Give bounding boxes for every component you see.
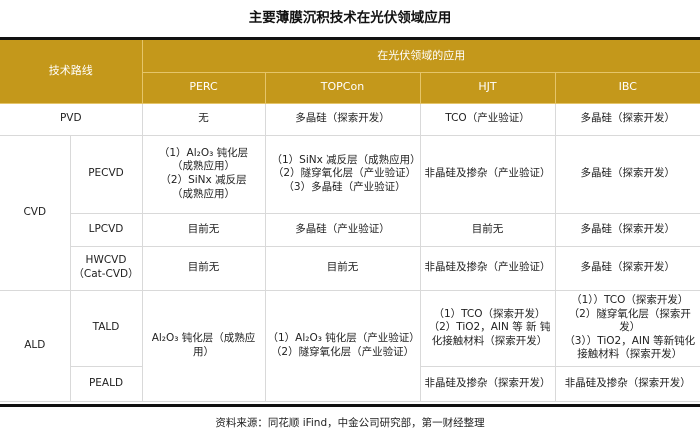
table-row-pvd: PVD 无 多晶硅（探索开发） TCO（产业验证） 多晶硅（探索开发） — [0, 103, 700, 136]
cell-line: （成熟应用） — [172, 187, 235, 200]
cell-pvd-perc: 无 — [142, 103, 266, 136]
cell-ald-perc: Al₂O₃ 钝化层（成熟应用） — [142, 290, 266, 402]
header-route: 技术路线 — [0, 40, 143, 104]
cell-line: 化接触材料（探索开发） — [431, 334, 548, 347]
row-label-pecvd: PECVD — [70, 135, 143, 214]
cell-lpcvd-ibc: 多晶硅（探索开发） — [555, 213, 700, 247]
cell-line: （Cat-CVD） — [73, 268, 139, 280]
header-col-perc: PERC — [142, 72, 266, 104]
cell-hwcvd-hjt: 非晶硅及掺杂（产业验证） — [420, 246, 556, 291]
row-label-ald: ALD — [0, 290, 71, 402]
cell-pecvd-ibc: 多晶硅（探索开发） — [555, 135, 700, 214]
cell-line: HWCVD — [85, 254, 127, 267]
cell-tald-ibc: （1））TCO（探索开发） （2）隧穿氧化层（探索开发） （3））TiO2，AI… — [555, 290, 700, 367]
cell-line: （2）TiO2，AIN 等 新 钝 — [428, 321, 551, 334]
table-row-pecvd: CVD PECVD （1）Al₂O₃ 钝化层 （成熟应用） （2）SiNx 减反… — [0, 135, 700, 291]
cell-hwcvd-ibc: 多晶硅（探索开发） — [555, 246, 700, 291]
source-note: 资料来源：同花顺 iFind，中金公司研究部，第一财经整理 — [215, 417, 485, 429]
row-label-hwcvd: HWCVD （Cat-CVD） — [70, 246, 143, 291]
table-row-lpcvd: LPCVD 目前无 多晶硅（产业验证） 目前无 多晶硅（探索开发） — [0, 213, 700, 247]
cell-tald-hjt: （1）TCO（探索开发） （2）TiO2，AIN 等 新 钝 化接触材料（探索开… — [420, 290, 556, 367]
cell-lpcvd-topcon: 多晶硅（产业验证） — [265, 213, 421, 247]
row-label-tald: TALD — [70, 290, 143, 367]
cell-line: 接触材料（探索开发） — [577, 348, 683, 361]
cell-line: （1）TCO（探索开发） — [433, 307, 546, 320]
cell-line: （1）Al₂O₃ 钝化层 — [158, 146, 249, 159]
cell-peald-ibc: 非晶硅及掺杂（探索开发） — [555, 366, 700, 402]
cell-line: （3））TiO2，AIN 等新钝化 — [564, 334, 696, 347]
table-row-tald: ALD TALD Al₂O₃ 钝化层（成熟应用） （1）Al₂O₃ 钝化层（产业… — [0, 290, 700, 402]
cell-hwcvd-perc: 目前无 — [142, 246, 266, 291]
header-application: 在光伏领域的应用 — [142, 40, 700, 73]
cell-peald-hjt: 非晶硅及掺杂（探索开发） — [420, 366, 556, 402]
row-label-cvd: CVD — [0, 135, 71, 291]
header-col-topcon: TOPCon — [265, 72, 421, 104]
cell-line: （1）Al₂O₃ 钝化层（产业验证） — [267, 331, 420, 344]
row-label-peald: PEALD — [70, 366, 143, 402]
cell-lpcvd-perc: 目前无 — [142, 213, 266, 247]
cell-pecvd-topcon: （1）SiNx 减反层（成熟应用） （2）隧穿氧化层（产业验证） （3）多晶硅（… — [265, 135, 421, 214]
row-label-pvd: PVD — [0, 103, 143, 136]
cell-line: （2）SiNx 减反层 — [160, 174, 247, 186]
cell-line: （3）多晶硅（产业验证） — [283, 180, 406, 193]
cell-pecvd-hjt: 非晶硅及掺杂（产业验证） — [420, 135, 556, 214]
pv-deposition-table: 技术路线 在光伏领域的应用 PERC TOPCon HJT IBC PVD 无 … — [0, 40, 700, 402]
bottom-rule — [0, 404, 700, 407]
cell-lpcvd-hjt: 目前无 — [420, 213, 556, 247]
table-title: 主要薄膜沉积技术在光伏领域应用 — [248, 10, 452, 26]
cell-line: （1）SiNx 减反层（成熟应用） — [271, 153, 421, 166]
row-label-lpcvd: LPCVD — [70, 213, 143, 247]
header-col-ibc: IBC — [555, 72, 700, 104]
cell-line: （成熟应用） — [172, 160, 235, 173]
table-row-hwcvd: HWCVD （Cat-CVD） 目前无 目前无 非晶硅及掺杂（产业验证） 多晶硅… — [0, 246, 700, 291]
cell-line: （2）隧穿氧化层（探索开发） — [568, 307, 691, 334]
cell-pecvd-perc: （1）Al₂O₃ 钝化层 （成熟应用） （2）SiNx 减反层 （成熟应用） — [142, 135, 266, 214]
cell-line: （2）隧穿氧化层（产业验证） — [270, 345, 415, 358]
cell-pvd-hjt: TCO（产业验证） — [420, 103, 556, 136]
cell-pvd-ibc: 多晶硅（探索开发） — [555, 103, 700, 136]
cell-pvd-topcon: 多晶硅（探索开发） — [265, 103, 421, 136]
header-col-hjt: HJT — [420, 72, 556, 104]
cell-ald-topcon: （1）Al₂O₃ 钝化层（产业验证） （2）隧穿氧化层（产业验证） — [265, 290, 421, 402]
cell-line: （1））TCO（探索开发） — [571, 293, 689, 306]
cell-hwcvd-topcon: 目前无 — [265, 246, 421, 291]
cell-line: （2）隧穿氧化层（产业验证） — [272, 167, 417, 180]
